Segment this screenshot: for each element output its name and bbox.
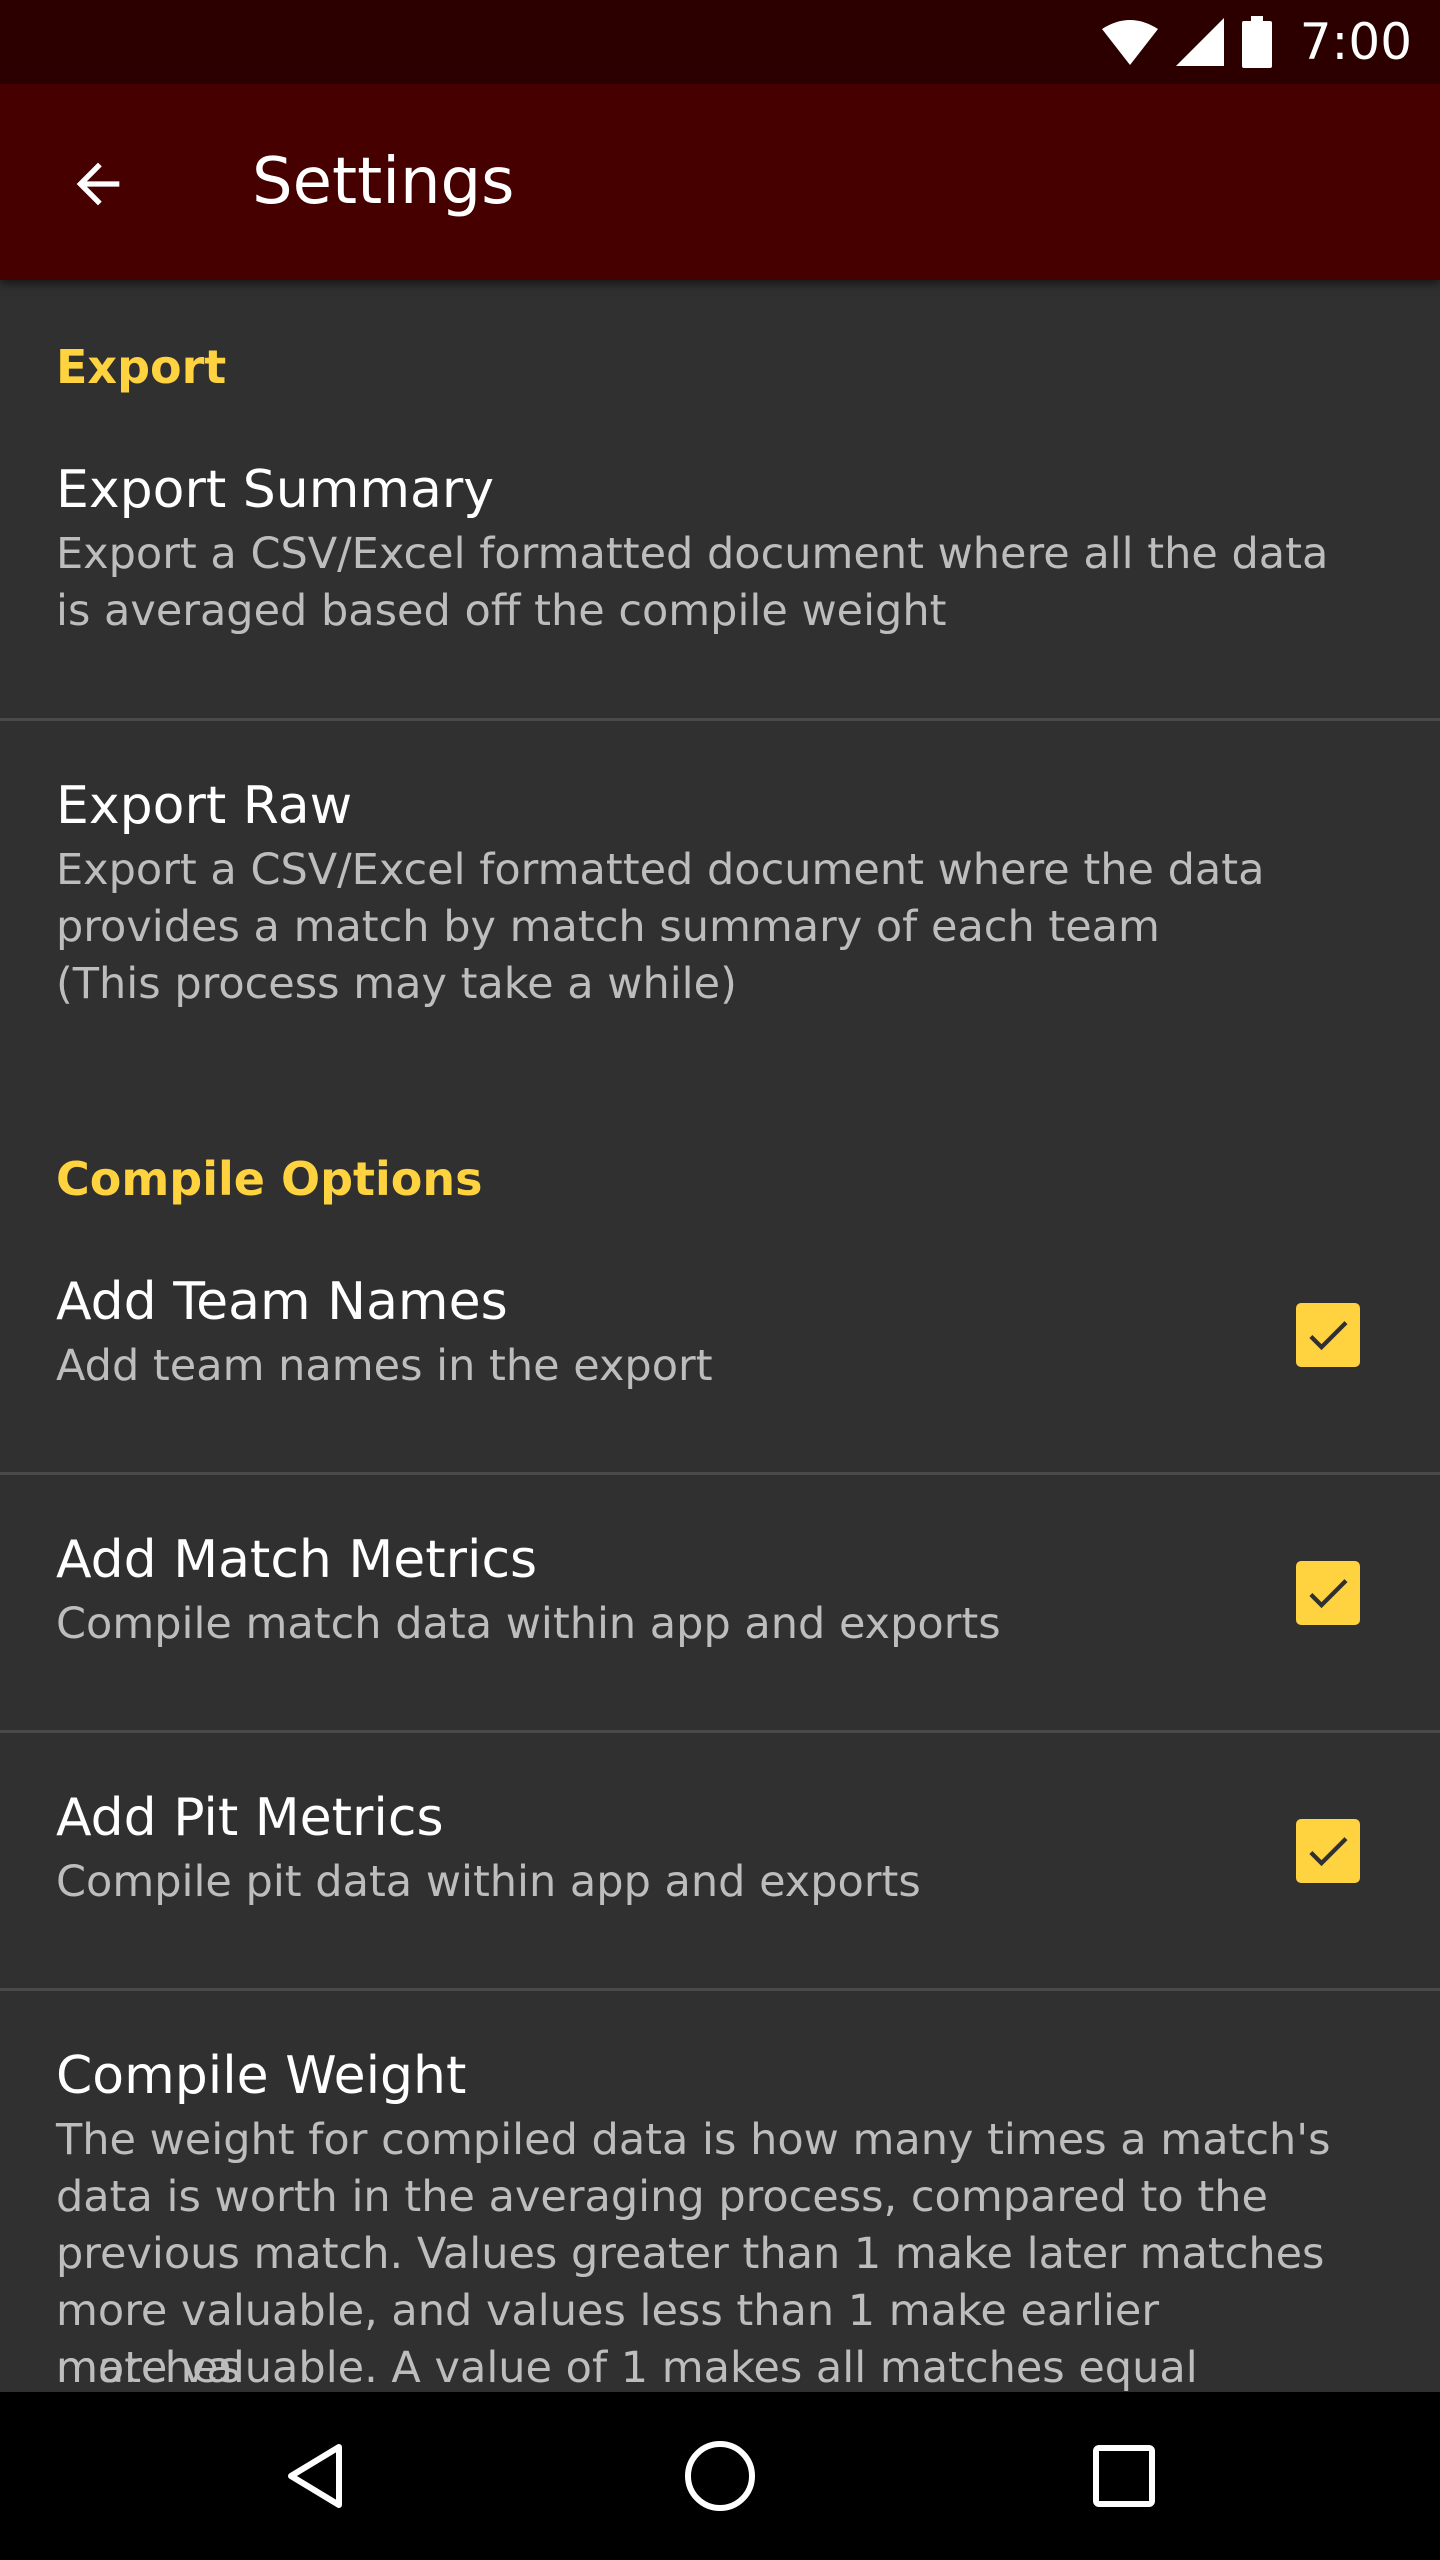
pref-title: Export Summary [56,460,495,520]
nav-back-button[interactable] [256,2416,376,2536]
pref-summary: Add team names in the export [56,1341,713,1391]
pref-summary-line: previous match. Values greater than 1 ma… [56,2229,1325,2279]
pref-add-team-names[interactable]: Add Team Names Add team names in the exp… [0,1270,1440,1480]
pref-title: Add Pit Metrics [56,1788,444,1848]
divider [0,1730,1440,1733]
pref-add-match-metrics[interactable]: Add Match Metrics Compile match data wit… [0,1528,1440,1738]
team-names-checkbox[interactable] [1296,1303,1360,1367]
nav-home-button[interactable] [660,2416,780,2536]
pref-title: Add Team Names [56,1272,508,1332]
pref-title: Add Match Metrics [56,1530,538,1590]
status-bar: 7:00 [0,0,1440,84]
check-icon [1309,1579,1348,1609]
status-icons: 7:00 [1101,0,1412,84]
pref-summary-line: data is worth in the averaging process, … [56,2172,1268,2222]
check-icon [1309,1321,1348,1351]
pref-summary-line: Export a CSV/Excel formatted document wh… [56,845,1265,895]
section-header-compile-options: Compile Options [56,1152,483,1206]
pref-summary: Compile pit data within app and exports [56,1857,921,1907]
check-icon [1309,1837,1348,1867]
pref-summary-line: provides a match by match summary of eac… [56,902,1160,952]
battery-icon [1241,16,1272,68]
nav-recents-button[interactable] [1064,2416,1184,2536]
divider [0,718,1440,721]
page-title: Settings [252,145,515,219]
match-metrics-checkbox[interactable] [1296,1561,1360,1625]
pref-title: Export Raw [56,776,353,836]
section-header-export: Export [56,340,227,394]
status-time: 7:00 [1299,13,1412,71]
cell-signal-icon [1175,18,1224,66]
pref-export-summary[interactable]: Export Summary Export a CSV/Excel format… [0,458,1440,720]
pref-title: Compile Weight [56,2046,467,2106]
pit-metrics-checkbox[interactable] [1296,1819,1360,1883]
pref-summary-line: is averaged based off the compile weight [56,586,947,636]
divider [0,1988,1440,1991]
settings-list[interactable]: Export Export Summary Export a CSV/Excel… [0,280,1440,2392]
divider [0,1472,1440,1475]
nav-home-icon [685,2441,755,2511]
pref-summary-line: (This process may take a while) [56,959,737,1009]
pref-summary: Compile match data within app and export… [56,1599,1001,1649]
navigation-bar [0,2392,1440,2560]
nav-back-icon [288,2444,342,2508]
pref-summary-line: more valuable. A value of 1 makes all ma… [56,2343,1198,2392]
pref-compile-weight[interactable]: Compile Weight The weight for compiled d… [0,2044,1440,2392]
arrow-back-icon [76,162,120,206]
pref-summary-line: The weight for compiled data is how many… [56,2115,1331,2165]
app-bar: Settings [0,84,1440,280]
pref-export-raw[interactable]: Export Raw Export a CSV/Excel formatted … [0,774,1440,1084]
nav-recents-icon [1093,2445,1155,2507]
pref-summary-line: Export a CSV/Excel formatted document wh… [56,529,1329,579]
back-button[interactable] [50,136,146,232]
pref-add-pit-metrics[interactable]: Add Pit Metrics Compile pit data within … [0,1786,1440,1996]
wifi-icon [1101,20,1158,65]
